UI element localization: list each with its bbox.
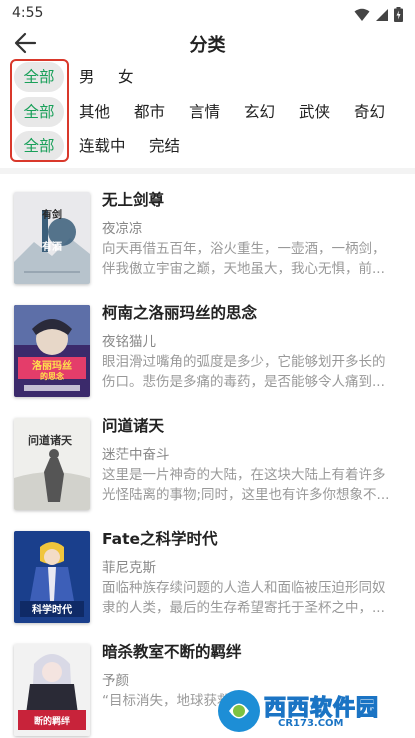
book-author: 予颜 — [102, 673, 129, 689]
book-title: 无上剑尊 — [102, 191, 165, 209]
section-divider — [0, 168, 415, 174]
book-item[interactable]: 洛丽玛丝 的思念 柯南之洛丽玛丝的思念 夜铭猫儿 眼泪滑过嘴角的弧度是多少，它能… — [0, 289, 415, 401]
wifi-icon — [354, 8, 370, 21]
svg-text:断的羁绊: 断的羁绊 — [34, 715, 70, 727]
book-title: 柯南之洛丽玛丝的思念 — [102, 304, 258, 322]
book-title: Fate之科学时代 — [102, 530, 218, 548]
filter-option[interactable]: 都市 — [134, 97, 165, 127]
filter-all-genre[interactable]: 全部 — [14, 97, 64, 127]
book-cover: 洛丽玛丝 的思念 — [14, 305, 90, 397]
signal-icon — [376, 8, 388, 21]
book-title: 问道诸天 — [102, 417, 165, 435]
svg-text:洛丽玛丝: 洛丽玛丝 — [32, 359, 72, 372]
watermark-logo: 西西软件园 CR173.COM — [218, 688, 408, 734]
book-description: 向天再借五百年，浴火重生，一壶酒，一柄剑，伴我傲立宇宙之巅，天地虽大，我心无惧，… — [102, 241, 386, 277]
status-icons — [354, 7, 403, 22]
book-author: 菲尼克斯 — [102, 560, 156, 576]
svg-text:有剑: 有剑 — [42, 208, 62, 221]
book-cover: 问道诸天 — [14, 418, 90, 510]
filter-all-status[interactable]: 全部 — [14, 131, 64, 161]
book-author: 夜凉凉 — [102, 221, 143, 237]
book-list: 有剑 有酒 无上剑尊 夜凉凉 向天再借五百年，浴火重生，一壶酒，一柄剑，伴我傲立… — [0, 176, 415, 738]
page-title: 分类 — [189, 35, 226, 56]
book-cover: 断的羁绊 — [14, 644, 90, 736]
status-time: 4:55 — [12, 5, 44, 21]
book-author: 迷茫中奋斗 — [102, 447, 170, 463]
book-description: 这里是一片神奇的大陆，在这块大陆上有着许多光怪陆离的事物;同时，这里也有许多你想… — [102, 467, 390, 503]
book-cover: 有剑 有酒 — [14, 192, 90, 284]
filter-all-gender[interactable]: 全部 — [14, 62, 64, 92]
filter-option[interactable]: 男 — [79, 62, 95, 92]
category-filters: 全部 男 女 全部 其他 都市 言情 玄幻 武侠 奇幻 全部 连载中 完结 — [0, 60, 415, 164]
book-item[interactable]: 科学时代 Fate之科学时代 菲尼克斯 面临种族存续问题的人造人和面临被压迫形同… — [0, 515, 415, 627]
filter-option[interactable]: 女 — [118, 62, 134, 92]
filter-row-genre: 全部 其他 都市 言情 玄幻 武侠 奇幻 — [0, 97, 415, 127]
filter-option[interactable]: 连载中 — [79, 131, 126, 161]
svg-text:有酒: 有酒 — [42, 240, 62, 253]
filter-row-gender: 全部 男 女 — [0, 62, 415, 92]
status-bar: 4:55 — [0, 0, 415, 28]
watermark-icon — [218, 690, 260, 732]
book-title: 暗杀教室不断的羁绊 — [102, 643, 242, 661]
filter-option[interactable]: 武侠 — [299, 97, 330, 127]
book-item[interactable]: 问道诸天 问道诸天 迷茫中奋斗 这里是一片神奇的大陆，在这块大陆上有着许多光怪陆… — [0, 402, 415, 514]
svg-text:科学时代: 科学时代 — [32, 603, 72, 616]
filter-option[interactable]: 其他 — [79, 97, 110, 127]
book-description: 眼泪滑过嘴角的弧度是多少，它能够划开多长的伤口。悲伤是多痛的毒药，是否能够令人痛… — [102, 354, 386, 390]
filter-option[interactable]: 奇幻 — [354, 97, 385, 127]
svg-text:的思念: 的思念 — [40, 371, 64, 381]
book-author: 夜铭猫儿 — [102, 334, 156, 350]
filter-option[interactable]: 完结 — [149, 131, 180, 161]
app-bar: 分类 — [0, 28, 415, 58]
filter-row-status: 全部 连载中 完结 — [0, 131, 415, 161]
book-description: 面临种族存续问题的人造人和面临被压迫形同奴隶的人类，最后的生存希望寄托于圣杯之中… — [102, 580, 386, 616]
filter-option[interactable]: 言情 — [189, 97, 220, 127]
watermark-url: CR173.COM — [278, 718, 344, 729]
book-item[interactable]: 有剑 有酒 无上剑尊 夜凉凉 向天再借五百年，浴火重生，一壶酒，一柄剑，伴我傲立… — [0, 176, 415, 288]
filter-option[interactable]: 玄幻 — [244, 97, 275, 127]
svg-text:问道诸天: 问道诸天 — [28, 433, 73, 447]
battery-icon — [394, 7, 403, 22]
book-cover: 科学时代 — [14, 531, 90, 623]
